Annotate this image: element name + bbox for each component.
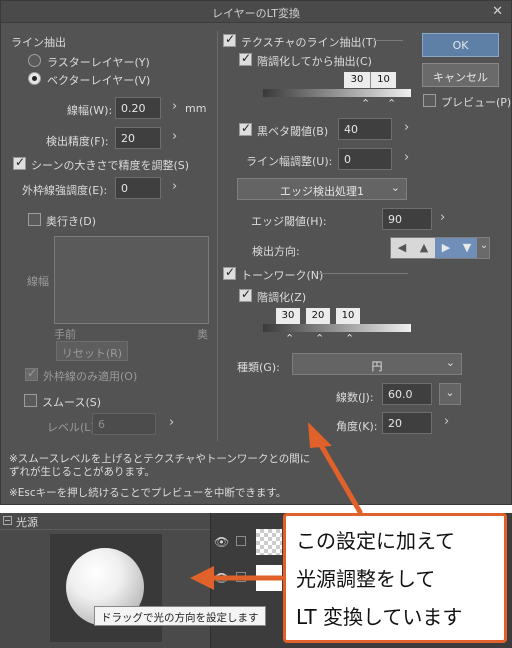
arrowhead-left-icon: [190, 566, 214, 590]
annotation-line-3: LT 変換しています: [296, 605, 463, 629]
annotation-line-2: 光源調整をして: [296, 567, 436, 591]
annotation-line-1: この設定に加えて: [296, 529, 455, 553]
arrow-up-line: [315, 437, 363, 515]
arrowhead-up-icon: [308, 422, 332, 448]
annotation-note: この設定に加えて 光源調整をして LT 変換しています: [283, 513, 507, 643]
